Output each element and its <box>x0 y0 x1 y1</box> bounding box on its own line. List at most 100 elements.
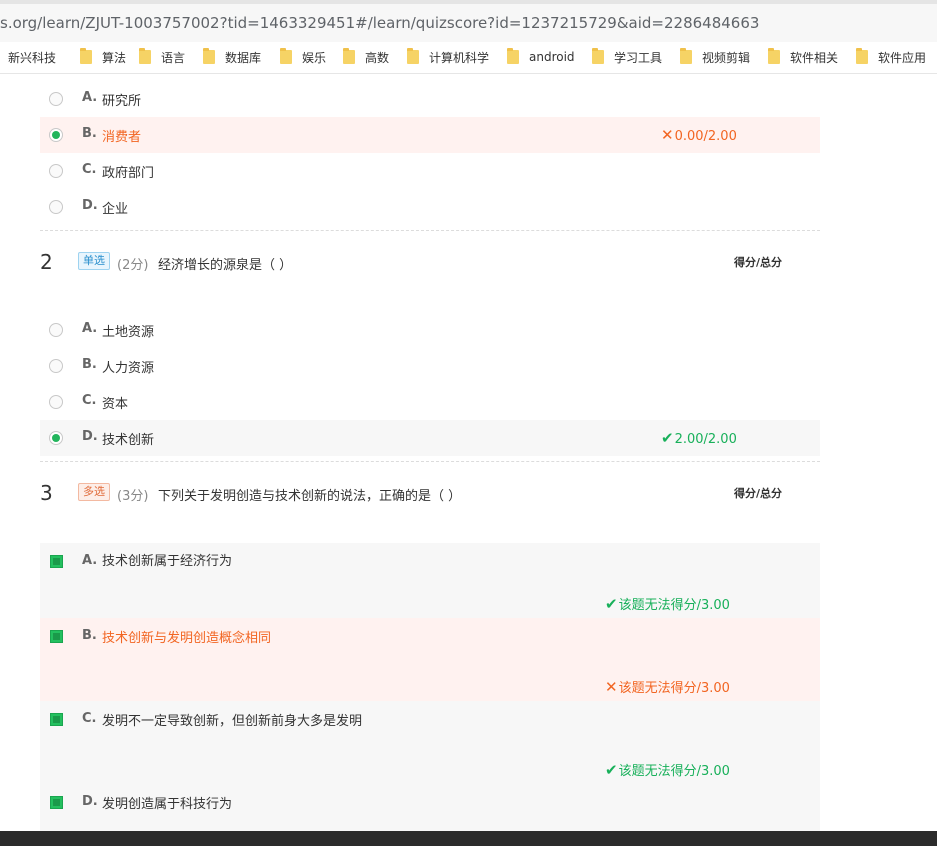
option-score: ✔该题无法得分/3.00 <box>605 761 730 779</box>
option-score: ✔2.00/2.00 <box>661 429 737 447</box>
folder-icon <box>139 48 151 64</box>
radio-button-selected[interactable] <box>49 431 63 445</box>
question-divider <box>40 230 820 231</box>
folder-icon <box>80 48 92 64</box>
option-text: 资本 <box>102 397 129 412</box>
radio-button[interactable] <box>49 200 63 214</box>
option-text: 企业 <box>102 202 129 217</box>
option-text: 技术创新 <box>102 433 155 448</box>
radio-button[interactable] <box>49 359 63 373</box>
radio-button-selected[interactable] <box>49 128 63 142</box>
tab-strip-edge <box>0 0 937 4</box>
checkbox-checked[interactable] <box>50 713 63 726</box>
bookmark-item[interactable]: 算法 <box>80 48 126 65</box>
option-text: 技术创新属于经济行为 <box>102 554 233 569</box>
option-row[interactable]: A. 研究所 <box>40 81 820 117</box>
bookmark-item[interactable]: 新兴科技 <box>8 49 56 65</box>
checkmark-icon: ✔ <box>661 429 674 447</box>
bookmark-label: 视频剪辑 <box>702 50 751 65</box>
url-text[interactable]: s.org/learn/ZJUT-1003757002?tid=14633294… <box>0 14 759 32</box>
radio-button[interactable] <box>49 92 63 106</box>
quiz-content: A. 研究所 B. 消费者 ✕0.00/2.00 C. 政府部门 D. 企业 2… <box>0 75 937 831</box>
bookmark-item[interactable]: 高数 <box>343 48 389 65</box>
option-text: 人力资源 <box>102 361 155 376</box>
bookmark-label: android <box>529 50 575 64</box>
bookmark-label: 软件相关 <box>790 50 839 65</box>
option-row[interactable]: C. 政府部门 <box>40 153 820 189</box>
option-row-selected-wrong[interactable]: B. 消费者 ✕0.00/2.00 <box>40 117 820 153</box>
question-number: 3 <box>40 481 53 505</box>
option-letter: C. <box>82 711 97 726</box>
option-letter: C. <box>82 162 97 177</box>
option-letter: C. <box>82 393 97 408</box>
option-row-checked-wrong[interactable]: B. 技术创新与发明创造概念相同 ✕该题无法得分/3.00 <box>40 618 820 701</box>
option-row[interactable]: D. 企业 <box>40 189 820 225</box>
bookmark-label: 新兴科技 <box>8 50 57 65</box>
option-text: 发明不一定导致创新，但创新前身大多是发明 <box>102 714 363 729</box>
option-letter: A. <box>82 553 98 568</box>
option-text: 研究所 <box>102 94 142 109</box>
checkbox-checked[interactable] <box>50 555 63 568</box>
option-row-checked-correct[interactable]: A. 技术创新属于经济行为 ✔该题无法得分/3.00 <box>40 543 820 626</box>
question-text: 下列关于发明创造与技术创新的说法，正确的是（ ） <box>158 489 462 504</box>
checkmark-icon: ✔ <box>605 761 618 779</box>
cross-icon: ✕ <box>661 126 674 144</box>
radio-button[interactable] <box>49 323 63 337</box>
bookmark-item[interactable]: 数据库 <box>203 48 262 65</box>
folder-icon <box>407 48 419 64</box>
option-letter: B. <box>82 357 97 372</box>
option-text: 发明创造属于科技行为 <box>102 797 233 812</box>
checkmark-icon: ✔ <box>605 595 618 613</box>
option-row-checked[interactable]: D. 发明创造属于科技行为 <box>40 784 820 831</box>
bookmark-label: 软件应用 <box>878 50 927 65</box>
bookmarks-bar: 新兴科技 算法 语言 数据库 娱乐 高数 计算机科学 android 学习工具 … <box>0 42 937 74</box>
score-header: 得分/总分 <box>734 256 783 269</box>
cross-icon: ✕ <box>605 678 618 696</box>
bookmark-item[interactable]: 软件相关 <box>768 48 839 65</box>
option-row-selected-correct[interactable]: D. 技术创新 ✔2.00/2.00 <box>40 420 820 456</box>
bookmark-label: 娱乐 <box>302 50 327 65</box>
option-row[interactable]: A. 土地资源 <box>40 312 820 348</box>
option-score: ✕0.00/2.00 <box>661 126 737 144</box>
question-divider <box>40 461 820 462</box>
option-letter: A. <box>82 90 98 105</box>
checkbox-checked[interactable] <box>50 796 63 809</box>
folder-icon <box>507 48 519 64</box>
bookmark-item[interactable]: 学习工具 <box>592 48 663 65</box>
option-text: 政府部门 <box>102 166 155 181</box>
question-number: 2 <box>40 250 53 274</box>
option-row-checked-correct[interactable]: C. 发明不一定导致创新，但创新前身大多是发明 ✔该题无法得分/3.00 <box>40 701 820 784</box>
option-score: ✕该题无法得分/3.00 <box>605 678 730 696</box>
folder-icon <box>203 48 215 64</box>
question-type-badge: 单选 <box>78 252 110 270</box>
folder-icon <box>768 48 780 64</box>
option-letter: D. <box>82 429 98 444</box>
option-letter: A. <box>82 321 98 336</box>
bookmark-item[interactable]: 视频剪辑 <box>680 48 751 65</box>
radio-button[interactable] <box>49 395 63 409</box>
bookmark-label: 学习工具 <box>614 50 663 65</box>
option-row[interactable]: C. 资本 <box>40 384 820 420</box>
option-text: 土地资源 <box>102 325 155 340</box>
option-score: ✔该题无法得分/3.00 <box>605 595 730 613</box>
bookmark-label: 数据库 <box>225 50 262 65</box>
option-text: 消费者 <box>102 130 142 145</box>
question-points: (3分) <box>117 489 149 504</box>
bookmark-item[interactable]: android <box>507 48 575 65</box>
taskbar <box>0 831 937 846</box>
option-row[interactable]: B. 人力资源 <box>40 348 820 384</box>
checkbox-checked[interactable] <box>50 630 63 643</box>
bookmark-item[interactable]: 语言 <box>139 48 186 65</box>
bookmark-item[interactable]: 娱乐 <box>280 48 327 65</box>
bookmark-label: 语言 <box>161 50 186 65</box>
folder-icon <box>856 48 868 64</box>
option-letter: D. <box>82 794 98 809</box>
bookmark-item[interactable]: 软件应用 <box>856 48 927 65</box>
option-letter: B. <box>82 628 97 643</box>
bookmark-item[interactable]: 计算机科学 <box>407 48 489 65</box>
radio-button[interactable] <box>49 164 63 178</box>
option-letter: B. <box>82 126 97 141</box>
folder-icon <box>592 48 604 64</box>
question-text: 经济增长的源泉是（ ） <box>158 258 293 273</box>
address-bar[interactable]: s.org/learn/ZJUT-1003757002?tid=14633294… <box>0 0 937 42</box>
